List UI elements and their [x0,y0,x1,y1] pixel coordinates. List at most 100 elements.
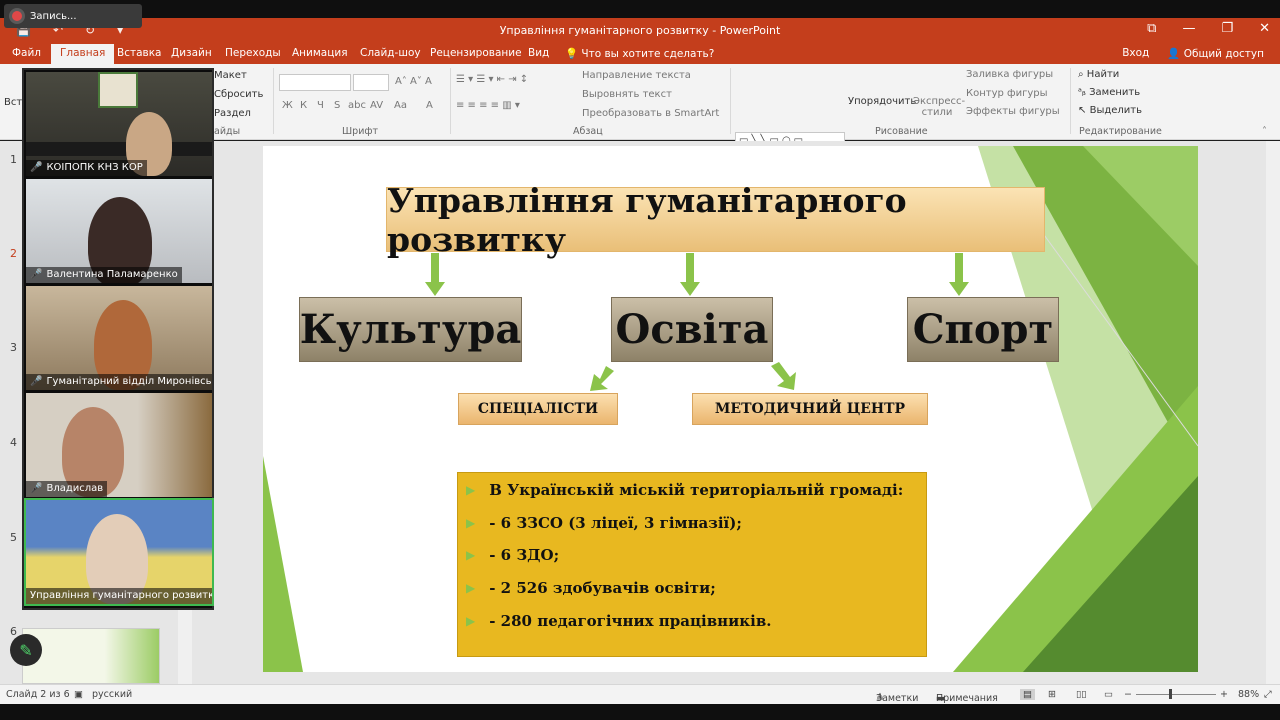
editing-group-label: Редактирование [1079,126,1162,137]
bullet-arrow-icon: ▶ [466,483,476,497]
section-button[interactable]: Раздел [214,108,251,119]
info-item-text: - 6 ЗДО; [489,546,560,564]
tab-slideshow[interactable]: Слайд-шоу [360,47,421,59]
participant-tile[interactable]: 🎤 КОІПОПК КНЗ КОР [26,72,212,176]
close-icon[interactable]: ✕ [1259,21,1270,36]
smartart-button[interactable]: Преобразовать в SmartArt [582,108,719,119]
recording-indicator[interactable]: Запись... [4,4,142,28]
language-indicator[interactable]: русский [92,689,132,700]
search-icon: ⌕ [1078,69,1084,80]
strikethrough-button[interactable]: abc [348,100,366,111]
paragraph-group-label: Абзац [573,126,603,137]
zoom-in-button[interactable]: + [1220,689,1228,700]
tab-view[interactable]: Вид [528,47,549,59]
tab-design[interactable]: Дизайн [171,47,212,59]
tell-me-box[interactable]: 💡 Что вы хотите сделать? [565,47,714,60]
mic-muted-icon: 🎤 [30,269,43,280]
shadow-button[interactable]: S [334,100,340,111]
slideshow-button[interactable]: ▭ [1104,689,1113,700]
restore-icon[interactable]: ❐ [1221,21,1233,36]
participant-name: 🎤 КОІПОПК КНЗ КОР [26,160,147,176]
slide-number-selected[interactable]: 2 [10,247,17,260]
tab-insert[interactable]: Вставка [117,47,162,59]
underline-button[interactable]: Ч [317,100,324,111]
shape-outline-button[interactable]: Контур фигуры [966,88,1048,99]
tab-review[interactable]: Рецензирование [430,47,522,59]
tab-home[interactable]: Главная [51,44,115,64]
sign-in-link[interactable]: Вход [1122,47,1149,60]
participant-tile[interactable]: 🎤 Владислав [26,393,212,497]
zoom-slider-thumb[interactable] [1169,689,1172,699]
participant-tile-active-speaker[interactable]: Управління гуманітарного розвитку [24,498,214,606]
divider [450,68,451,134]
participant-name-text: Валентина Паламаренко [46,269,178,280]
zoom-slider[interactable] [1136,694,1216,695]
slide-sorter-button[interactable]: ⊞ [1048,689,1056,700]
align-icons[interactable]: ≡ ≡ ≡ ≡ ▥ ▾ [456,100,520,111]
zoom-out-button[interactable]: − [1124,689,1132,700]
font-color-button[interactable]: A [426,100,433,111]
slide-number[interactable]: 4 [10,436,17,449]
info-item-text: - 2 526 здобувачів освіти; [489,579,716,597]
slide-canvas[interactable]: Управління гуманітарного розвитку Культу… [263,146,1198,672]
minimize-icon[interactable]: — [1182,21,1195,36]
emblem-image [98,72,138,108]
participant-tile[interactable]: 🎤 Валентина Паламаренко [26,179,212,283]
info-item-text: В Українській міській територіальній гро… [489,481,904,499]
slide-thumbnail-6[interactable] [22,628,160,684]
window-controls: ⧉ — ❐ ✕ [1147,21,1270,36]
bold-button[interactable]: Ж [282,100,293,111]
replace-button[interactable]: ᵃᵦ Заменить [1078,87,1140,98]
share-label: Общий доступ [1183,48,1264,60]
slide-scrollbar[interactable] [1266,141,1280,684]
change-case-button[interactable]: Aa [394,100,407,111]
select-button[interactable]: ↖ Выделить [1078,105,1142,116]
tab-file[interactable]: Файл [12,47,41,59]
text-direction-button[interactable]: Направление текста [582,70,691,81]
layout-button[interactable]: Макет [214,70,247,81]
spacing-button[interactable]: AV [370,100,383,111]
italic-button[interactable]: К [300,100,307,111]
info-item: ▶ - 2 526 здобувачів освіти; [466,579,716,597]
bullet-arrow-icon: ▶ [466,581,476,595]
font-name-box[interactable] [279,74,351,91]
shape-fill-button[interactable]: Заливка фигуры [966,69,1053,80]
bullets-icon[interactable]: ☰ ▾ ☰ ▾ ⇤ ⇥ ↕ [456,74,528,85]
collapse-ribbon-icon[interactable]: ˄ [1262,126,1267,137]
status-bar: Слайд 2 из 6 ▣ русский ≜ Заметки ▬ Приме… [0,684,1280,704]
slide-number[interactable]: 1 [10,153,17,166]
participant-name-text: Управління гуманітарного розвитку [30,590,212,601]
participant-name: 🎤 Валентина Паламаренко [26,267,182,283]
participant-tile[interactable]: 🎤 Гуманітарний відділ Миронівськ... [26,286,212,390]
slide-title: Управління гуманітарного розвитку [386,181,1045,259]
reading-view-button[interactable]: ▯▯ [1076,689,1086,700]
arrange-button[interactable]: Упорядочить [848,96,916,107]
record-icon [12,11,22,21]
slide-number[interactable]: 3 [10,341,17,354]
tell-me-label: Что вы хотите сделать? [581,48,715,60]
tab-transitions[interactable]: Переходы [225,47,281,59]
participant-name: 🎤 Владислав [26,481,108,497]
font-size-box[interactable] [353,74,389,91]
participant-name: Управління гуманітарного розвитку [26,588,212,604]
spellcheck-icon[interactable]: ▣ [74,689,83,700]
shape-effects-button[interactable]: Эффекты фигуры [966,106,1060,117]
reset-button[interactable]: Сбросить [214,89,263,100]
info-item: ▶ - 6 ЗЗСО (3 ліцеї, 3 гімназії); [466,514,742,532]
slide-number[interactable]: 5 [10,531,17,544]
cursor-icon: ↖ [1078,105,1087,116]
quick-styles-button[interactable]: Экспресс-стили [913,96,965,118]
zoom-level[interactable]: 88% [1238,689,1259,700]
bullet-arrow-icon: ▶ [466,548,476,562]
annotate-pen-button[interactable]: ✎ [10,634,42,666]
normal-view-button[interactable]: ▤ [1020,689,1035,700]
font-size-buttons[interactable]: A˄ A˅ A [395,76,432,87]
share-button[interactable]: 👤 Общий доступ [1167,47,1264,60]
align-text-button[interactable]: Выровнять текст [582,89,672,100]
fit-slide-icon[interactable]: ⤢ [1264,689,1272,700]
ribbon-display-icon[interactable]: ⧉ [1147,21,1156,36]
lightbulb-icon: 💡 [565,48,579,60]
bullet-arrow-icon: ▶ [466,516,476,530]
find-button[interactable]: ⌕ Найти [1078,69,1119,80]
tab-animations[interactable]: Анимация [292,47,348,59]
